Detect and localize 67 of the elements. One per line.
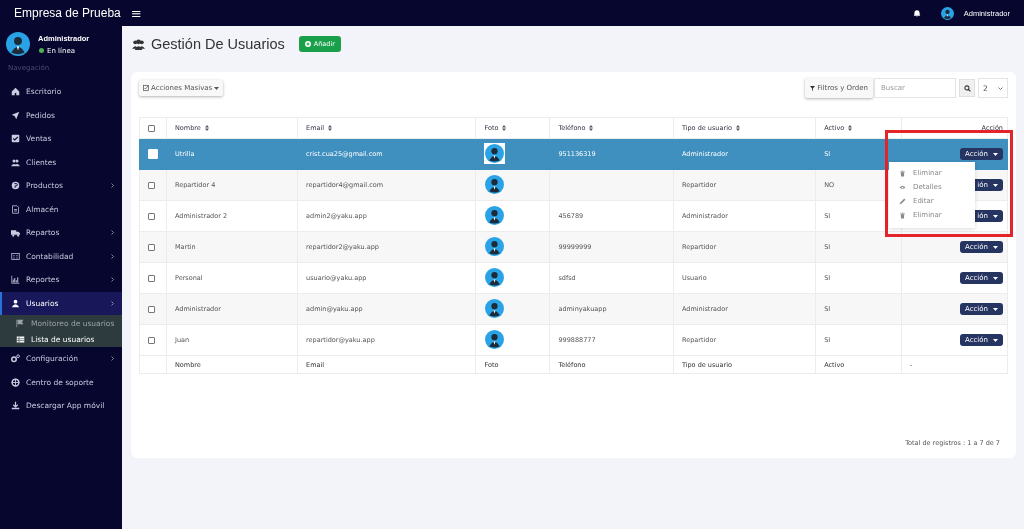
- sort-icon[interactable]: [589, 125, 594, 132]
- avatar-icon: [485, 268, 505, 287]
- avatar-icon: [940, 6, 954, 20]
- chevron-icon: [111, 253, 114, 259]
- avatar-icon: [485, 144, 505, 163]
- trash-icon: [899, 211, 906, 219]
- circle-p-icon: [11, 181, 20, 191]
- caret-icon: [993, 214, 998, 218]
- bar-chart-icon: [11, 275, 20, 285]
- plus-circle-icon: [304, 41, 311, 47]
- search-button[interactable]: [959, 79, 975, 97]
- chevron-icon: [111, 277, 114, 283]
- avatar-icon: [485, 206, 505, 225]
- avatar-icon: [6, 32, 30, 56]
- caret-icon: [993, 307, 998, 311]
- checkbox-icon: [143, 85, 149, 91]
- checkbox-icon: [11, 134, 20, 144]
- caret-icon: [993, 338, 998, 342]
- avatar-icon: [485, 299, 505, 318]
- checkbox[interactable]: [148, 274, 155, 282]
- user-icon: [11, 298, 20, 308]
- sort-icon[interactable]: [204, 125, 209, 132]
- checkbox[interactable]: [148, 181, 155, 189]
- sort-icon[interactable]: [735, 125, 740, 132]
- chevron-icon: [111, 230, 114, 236]
- bell-icon[interactable]: [912, 8, 921, 18]
- calculator-icon: [11, 251, 20, 261]
- chevron-down-icon: [998, 86, 1003, 90]
- caret-icon: [993, 245, 998, 249]
- lifebuoy-icon: [11, 377, 20, 387]
- table-icon: [16, 334, 25, 344]
- checkbox[interactable]: [148, 243, 155, 251]
- checkbox[interactable]: [148, 212, 155, 220]
- caret-icon: [214, 86, 220, 90]
- download-icon: [11, 401, 20, 411]
- checkbox[interactable]: [148, 305, 155, 313]
- sort-icon[interactable]: [328, 125, 333, 132]
- sort-icon[interactable]: [502, 125, 507, 132]
- page-title: Gestión De Usuarios: [151, 36, 285, 52]
- users-icon: [11, 157, 20, 167]
- menu-icon[interactable]: ≡: [131, 5, 142, 21]
- truck-icon: [11, 228, 20, 238]
- avatar-icon: [485, 237, 505, 256]
- checkbox[interactable]: [148, 124, 155, 132]
- avatar-icon: [485, 330, 505, 349]
- gears-icon: [11, 354, 20, 364]
- caret-icon: [993, 152, 998, 156]
- chevron-icon: [111, 300, 114, 306]
- online-dot: [39, 48, 44, 53]
- flag-icon: [16, 318, 25, 328]
- search-icon: [963, 84, 971, 92]
- chevron-icon: [111, 183, 114, 189]
- users-icon: [131, 37, 146, 51]
- caret-icon: [993, 183, 998, 187]
- chevron-icon: [111, 356, 114, 362]
- trash-icon: [899, 169, 906, 177]
- paper-plane-icon: [11, 110, 20, 120]
- eye-icon: [899, 183, 906, 191]
- avatar-icon: [485, 175, 505, 194]
- document-icon: [11, 204, 20, 214]
- pencil-icon: [899, 197, 906, 205]
- filter-icon: [810, 85, 816, 91]
- house-icon: [11, 87, 20, 97]
- brand-name: Empresa de Prueba: [14, 6, 121, 20]
- checkbox[interactable]: [148, 336, 155, 344]
- caret-icon: [993, 276, 998, 280]
- sort-icon[interactable]: [848, 125, 853, 132]
